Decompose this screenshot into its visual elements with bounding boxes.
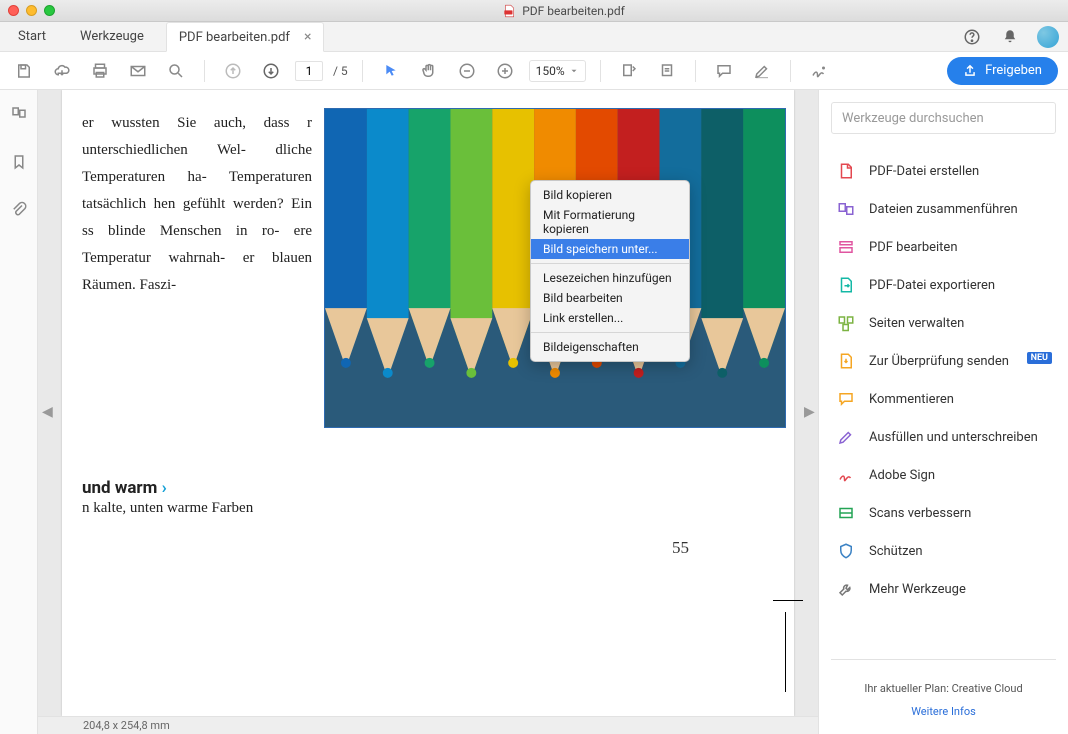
combine-icon [837, 200, 855, 218]
zoom-level: 150% [536, 64, 565, 78]
review-icon [837, 352, 855, 370]
account-avatar[interactable] [1034, 23, 1062, 51]
crop-mark [773, 600, 803, 601]
new-badge: NEU [1027, 352, 1052, 364]
bookmark-icon[interactable] [5, 148, 33, 176]
ctx-save-image-as[interactable]: Bild speichern unter... [531, 239, 689, 259]
tool-export-pdf[interactable]: PDF-Datei exportieren [819, 266, 1068, 304]
shield-icon [837, 542, 855, 560]
print-icon[interactable] [86, 57, 114, 85]
search-icon[interactable] [162, 57, 190, 85]
arrow-icon: › [162, 478, 167, 498]
page-body-text: er wussten Sie auch, dass r unterschiedl… [82, 110, 312, 299]
ctx-image-properties[interactable]: Bildeigenschaften [531, 337, 689, 357]
notifications-icon[interactable] [996, 23, 1024, 51]
ctx-add-bookmark[interactable]: Lesezeichen hinzufügen [531, 268, 689, 288]
tool-enhance-scans[interactable]: Scans verbessern [819, 494, 1068, 532]
page-total: / 5 [333, 64, 348, 78]
help-icon[interactable] [958, 23, 986, 51]
zoom-select[interactable]: 150% [529, 60, 586, 82]
minimize-window-button[interactable] [26, 5, 37, 16]
zoom-out-icon[interactable] [453, 57, 481, 85]
tool-combine[interactable]: Dateien zusammenführen [819, 190, 1068, 228]
app-tabs: Start Werkzeuge PDF bearbeiten.pdf × [0, 22, 1068, 52]
left-sidebar [0, 90, 38, 734]
page-heading: und warm › [82, 478, 167, 498]
more-info-link[interactable]: Weitere Infos [819, 705, 1068, 734]
search-tools-input[interactable]: Werkzeuge durchsuchen [831, 102, 1056, 134]
tool-send-review[interactable]: Zur Überprüfung senden NEU [819, 342, 1068, 380]
thumbnails-icon[interactable] [5, 100, 33, 128]
close-tab-icon[interactable]: × [304, 29, 311, 45]
page-canvas[interactable]: er wussten Sie auch, dass r unterschiedl… [62, 90, 794, 716]
ctx-copy-image[interactable]: Bild kopieren [531, 185, 689, 205]
ctx-separator [531, 332, 689, 333]
page-number-input[interactable] [295, 61, 323, 81]
chevron-down-icon [569, 66, 579, 76]
attachment-icon[interactable] [5, 196, 33, 224]
document-viewport: ◀ ▶ er wussten Sie auch, dass r untersch… [38, 90, 818, 734]
tool-organize-pages[interactable]: Seiten verwalten [819, 304, 1068, 342]
share-label: Freigeben [985, 63, 1042, 78]
status-bar: 204,8 x 254,8 mm [38, 716, 818, 734]
scan-icon [837, 504, 855, 522]
share-button[interactable]: Freigeben [947, 57, 1058, 85]
tab-file[interactable]: PDF bearbeiten.pdf × [166, 22, 325, 52]
email-icon[interactable] [124, 57, 152, 85]
image-context-menu: Bild kopieren Mit Formatierung kopieren … [530, 180, 690, 362]
ctx-edit-image[interactable]: Bild bearbeiten [531, 288, 689, 308]
fullscreen-window-button[interactable] [44, 5, 55, 16]
edit-pdf-icon [837, 238, 855, 256]
hand-tool-icon[interactable] [415, 57, 443, 85]
share-icon [963, 64, 977, 78]
prev-page-icon[interactable] [219, 57, 247, 85]
page-number: 55 [672, 538, 689, 558]
sign-icon[interactable] [805, 57, 833, 85]
highlight-icon[interactable] [748, 57, 776, 85]
wrench-icon [837, 580, 855, 598]
pointer-tool-icon[interactable] [377, 57, 405, 85]
tools-list: PDF-Datei erstellen Dateien zusammenführ… [819, 146, 1068, 645]
close-window-button[interactable] [8, 5, 19, 16]
tools-panel: Werkzeuge durchsuchen PDF-Datei erstelle… [818, 90, 1068, 734]
page-subline: n kalte, unten warme Farben [82, 500, 253, 517]
ctx-create-link[interactable]: Link erstellen... [531, 308, 689, 328]
main-toolbar: / 5 150% Freigeben [0, 52, 1068, 90]
tool-adobe-sign[interactable]: Adobe Sign [819, 456, 1068, 494]
tab-start[interactable]: Start [6, 22, 58, 52]
export-pdf-icon [837, 276, 855, 294]
tab-file-label: PDF bearbeiten.pdf [179, 30, 290, 45]
comment-tool-icon [837, 390, 855, 408]
tool-protect[interactable]: Schützen [819, 532, 1068, 570]
fit-page-icon[interactable] [653, 57, 681, 85]
tool-edit-pdf[interactable]: PDF bearbeiten [819, 228, 1068, 266]
tool-comment[interactable]: Kommentieren [819, 380, 1068, 418]
window-title: PDF bearbeiten.pdf [522, 4, 625, 18]
organize-icon [837, 314, 855, 332]
tool-more-tools[interactable]: Mehr Werkzeuge [819, 570, 1068, 608]
crop-mark [785, 612, 786, 692]
plan-label: Ihr aktueller Plan: Creative Cloud [831, 659, 1056, 705]
fit-width-icon[interactable] [615, 57, 643, 85]
next-page-icon[interactable] [257, 57, 285, 85]
fill-sign-icon [837, 428, 855, 446]
save-icon[interactable] [10, 57, 38, 85]
zoom-in-icon[interactable] [491, 57, 519, 85]
comment-icon[interactable] [710, 57, 738, 85]
tab-tools[interactable]: Werkzeuge [68, 22, 156, 52]
tool-create-pdf[interactable]: PDF-Datei erstellen [819, 152, 1068, 190]
pdf-file-icon [502, 4, 516, 18]
cloud-icon[interactable] [48, 57, 76, 85]
create-pdf-icon [837, 162, 855, 180]
tool-fill-sign[interactable]: Ausfüllen und unterschreiben [819, 418, 1068, 456]
ctx-copy-formatting[interactable]: Mit Formatierung kopieren [531, 205, 689, 239]
ctx-separator [531, 263, 689, 264]
adobe-sign-icon [837, 466, 855, 484]
window-titlebar: PDF bearbeiten.pdf [0, 0, 1068, 22]
